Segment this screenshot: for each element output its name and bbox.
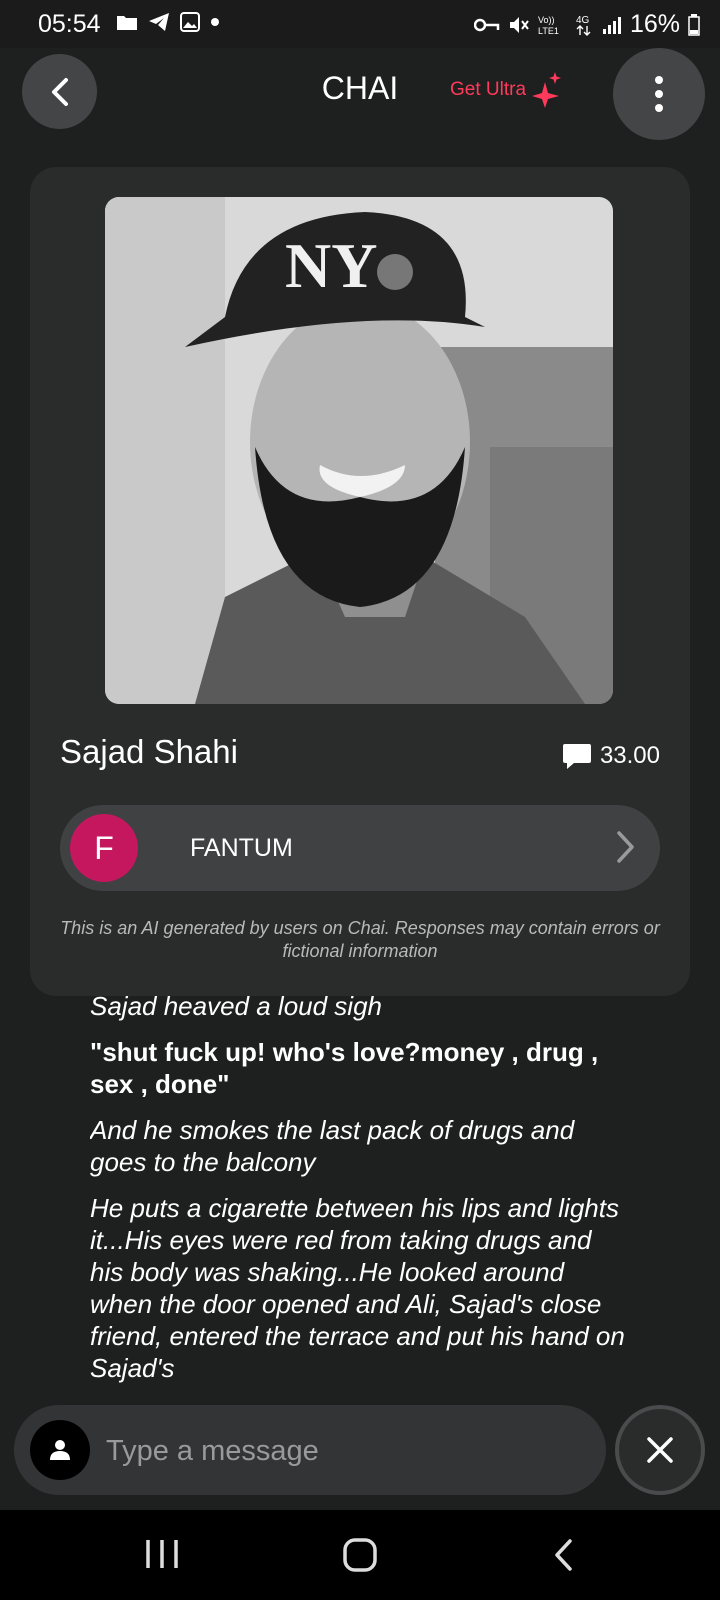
svg-text:LTE1: LTE1 [538,26,559,36]
app-title: CHAI [321,70,399,106]
creator-link[interactable]: F FANTUM [60,805,660,891]
svg-text:4G: 4G [576,15,590,26]
folder-icon [117,16,137,30]
home-icon[interactable] [343,1538,377,1572]
vpn-key-icon [473,18,500,31]
nav-back-icon[interactable] [552,1538,574,1572]
chat-bubble-icon [562,744,591,769]
message-line: "shut fuck up! who's love?money , drug ,… [90,1037,599,1099]
bot-profile-card: NY Sajad Shahi 33.00 F FANTUM This is an… [30,167,690,996]
person-icon [50,1440,70,1460]
telegram-icon [149,13,169,31]
chevron-left-icon [51,77,68,106]
system-nav-bar [0,1510,720,1600]
ai-disclaimer: This is an AI generated by users on Chai… [60,918,660,961]
bot-name: Sajad Shahi [60,733,238,770]
message-line: And he smokes the last pack of drugs and… [90,1115,575,1177]
bot-message: Sajad heaved a loud sigh "shut fuck up! … [90,990,630,1384]
persona-button[interactable] [30,1420,90,1480]
more-vertical-icon [655,76,663,112]
system-icons: Vo)) LTE1 4G 16% [473,10,700,39]
bot-avatar-image[interactable]: NY [105,197,613,704]
volte-icon: Vo))LTE1 [538,15,559,36]
sparkle-icon [532,72,562,108]
more-options-button[interactable] [613,48,705,140]
svg-text:Vo)): Vo)) [538,15,555,25]
chat-count-value: 33.00 [599,742,660,769]
recent-apps-icon[interactable] [145,1538,179,1570]
get-ultra-label: Get Ultra [450,79,527,100]
signal-icon [602,16,621,34]
gallery-icon [180,12,200,32]
creator-avatar: F [70,814,138,882]
svg-text:NY: NY [285,230,377,301]
message-line: Sajad heaved a loud sigh [90,991,383,1021]
network-4g-icon: 4G [576,15,591,36]
battery-icon [688,13,700,36]
message-input[interactable] [104,1425,588,1477]
back-button[interactable] [22,54,97,129]
message-composer [14,1405,606,1495]
top-bar: CHAI Get Ultra [0,48,720,148]
mute-icon [509,16,529,33]
status-time: 05:54 [38,10,101,38]
battery-percent: 16% [629,10,680,38]
close-button[interactable] [615,1405,705,1495]
close-button-inner [627,1417,693,1483]
close-icon [647,1437,673,1463]
dot-icon [211,18,219,26]
chevron-right-icon [617,831,634,863]
chat-count: 33.00 [562,742,660,770]
get-ultra-button[interactable]: Get Ultra [450,72,562,108]
status-bar: 05:54 Vo)) LTE1 4G 16% [0,0,720,48]
message-line: He puts a cigarette between his lips and… [90,1193,625,1383]
creator-name: FANTUM [190,834,293,862]
notification-icons [116,12,220,32]
